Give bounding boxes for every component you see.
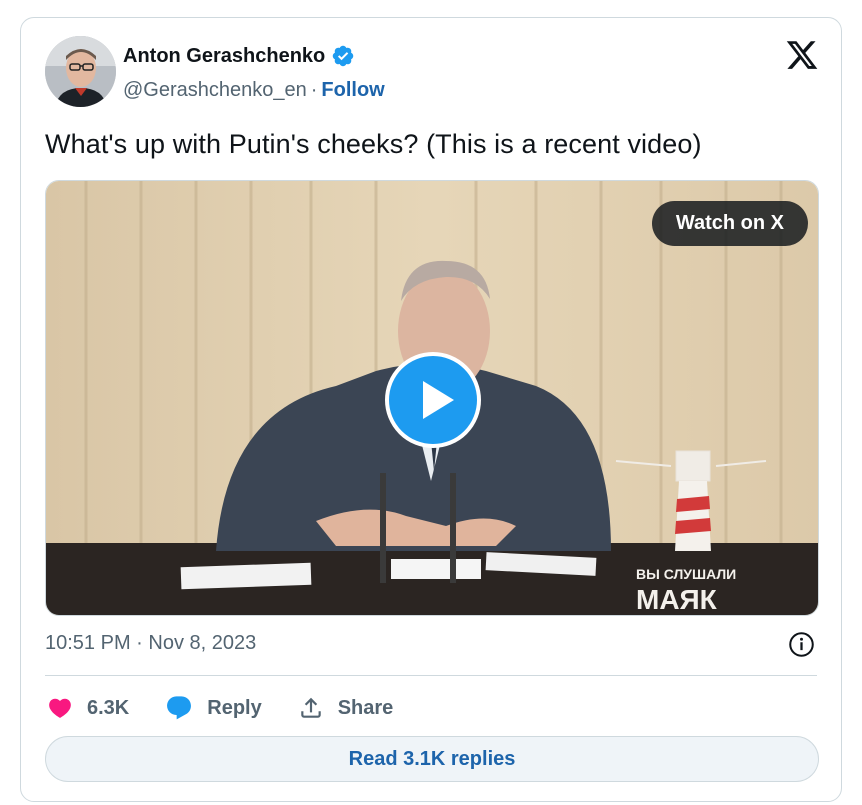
x-logo-icon[interactable] <box>785 38 819 72</box>
share-icon <box>300 697 321 718</box>
heart-icon <box>49 698 71 718</box>
like-button[interactable]: 6.3K <box>47 695 129 721</box>
verified-badge-icon <box>333 45 354 67</box>
video-player[interactable]: ВЫ СЛУШАЛИ МАЯК Watch on X <box>45 180 819 616</box>
tweet-timestamp[interactable]: 10:51 PM · Nov 8, 2023 <box>45 632 256 655</box>
share-label: Share <box>337 696 394 719</box>
watermark-line2: МАЯК <box>636 584 718 615</box>
watch-on-x-button[interactable]: Watch on X <box>651 201 808 246</box>
tweet-embed-card: Anton Gerashchenko @Gerashchenko_en · Fo… <box>20 17 842 802</box>
avatar[interactable] <box>45 36 116 107</box>
read-replies-button[interactable]: Read 3.1K replies <box>45 736 819 782</box>
separator-dot: · <box>310 79 318 101</box>
author-handle[interactable]: @Gerashchenko_en <box>123 79 307 102</box>
watermark-line1: ВЫ СЛУШАЛИ <box>636 566 736 582</box>
like-count: 6.3K <box>87 696 130 719</box>
reply-button[interactable]: Reply <box>165 694 262 722</box>
play-icon[interactable] <box>384 351 482 449</box>
action-bar: 6.3K Reply Share <box>47 690 429 726</box>
author-name-row: Anton Gerashchenko <box>123 44 355 68</box>
info-icon[interactable] <box>788 631 815 658</box>
share-button[interactable]: Share <box>298 695 394 721</box>
author-handle-row: @Gerashchenko_en · Follow <box>123 79 385 102</box>
follow-button[interactable]: Follow <box>321 79 384 102</box>
tweet-text: What's up with Putin's cheeks? (This is … <box>45 129 702 159</box>
reply-bubble-icon <box>167 696 192 720</box>
author-name[interactable]: Anton Gerashchenko <box>123 45 325 68</box>
reply-label: Reply <box>207 696 262 719</box>
divider <box>45 675 817 676</box>
